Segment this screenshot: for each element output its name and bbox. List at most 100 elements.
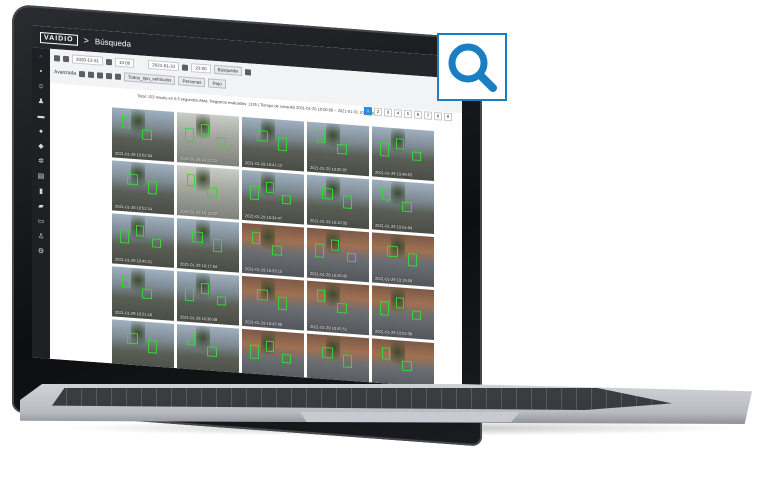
search-icon[interactable]: ⌕ [37, 53, 45, 61]
detection-box [337, 143, 347, 155]
page-button[interactable]: 1 [364, 106, 372, 116]
alert-icon[interactable]: ● [37, 128, 45, 136]
page-button[interactable]: 3 [384, 108, 392, 117]
result-thumbnail[interactable]: 2021-01-29 10:41:52 [242, 328, 304, 384]
detection-box [142, 288, 152, 300]
result-thumbnail[interactable]: 2021-01-29 10:17:18 [307, 333, 369, 389]
result-thumbnail[interactable]: 2021-01-29 10:35:07 [307, 121, 369, 177]
result-thumbnail[interactable]: 2021-01-29 10:20:03 [372, 338, 434, 390]
calendar-icon[interactable] [106, 58, 113, 65]
color-dropdown[interactable]: Rojo [208, 78, 226, 89]
result-thumbnail[interactable]: 2021-01-29 10:17:04 [177, 218, 239, 273]
start-date-field[interactable]: 2020-12-31 [72, 54, 104, 66]
monitor-icon[interactable]: ▭ [37, 218, 45, 226]
settings-gear-icon[interactable]: ✲ [37, 158, 45, 166]
search-button[interactable]: Búsqueda [213, 64, 242, 76]
object-type-dropdown[interactable]: Todos_tipo_vehículos [124, 72, 176, 86]
detection-box [187, 332, 195, 346]
save-icon[interactable] [244, 68, 251, 76]
bag-filter-icon[interactable] [106, 72, 113, 79]
detection-box [347, 252, 356, 263]
detection-box [127, 332, 138, 345]
result-thumbnail[interactable]: 2021-01-29 10:34:47 [242, 169, 304, 225]
result-thumbnail[interactable]: 2021-01-29 10:44:22 [112, 319, 174, 374]
result-thumbnail[interactable]: 2021-01-29 10:49:53 [372, 126, 434, 181]
detection-box [278, 296, 287, 311]
user-icon[interactable]: ♙ [37, 233, 45, 241]
result-thumbnail[interactable]: 2021-01-29 10:19:22 [177, 165, 239, 220]
vehicle-filter-icon[interactable] [79, 70, 86, 77]
thumbnail-timestamp: 2021-01-29 10:43:08 [245, 319, 283, 327]
thumbnail-timestamp: 2021-01-28 10:41:12 [245, 160, 283, 168]
detection-box [402, 201, 412, 213]
location-icon[interactable]: ◆ [37, 143, 45, 151]
detection-box [282, 194, 291, 205]
detection-box [257, 129, 268, 142]
face-icon[interactable]: ☺ [37, 83, 45, 91]
result-thumbnail[interactable]: 2021-01-29 10:19:59 [372, 232, 434, 287]
result-thumbnail[interactable]: 2021-01-28 10:41:12 [242, 116, 304, 172]
result-thumbnail[interactable]: 2021-01-29 10:52:38 [372, 285, 434, 340]
detection-box [382, 347, 390, 360]
page-button[interactable]: 7 [424, 111, 432, 120]
result-thumbnail[interactable]: 2021-01-29 10:48:35 [177, 324, 239, 379]
start-time-field[interactable]: 10:00 [115, 57, 135, 68]
face-filter-icon[interactable] [97, 71, 104, 79]
tag-filter-icon[interactable] [115, 73, 122, 80]
config-icon[interactable]: ⚙ [37, 248, 45, 256]
result-thumbnail[interactable]: 2021-01-29 10:51:16 [112, 266, 174, 321]
result-thumbnail[interactable]: 2021-01-28 10:22:21 [177, 112, 239, 167]
calendar-icon[interactable] [63, 55, 69, 62]
class-dropdown[interactable]: Personas [178, 76, 206, 88]
page-button[interactable]: 4 [394, 109, 402, 118]
detection-box [382, 188, 390, 201]
end-date-field[interactable]: 2021-01-31 [148, 60, 180, 72]
detection-box [148, 339, 157, 354]
search-magnifier-icon [437, 33, 507, 101]
result-thumbnail[interactable]: 2021-01-29 10:45:51 [307, 280, 369, 336]
detection-box [402, 360, 412, 372]
calendar-icon[interactable] [182, 64, 189, 71]
end-time-field[interactable]: 22:00 [191, 63, 211, 74]
thumbnail-timestamp: 2021-01-29 10:02:34 [115, 150, 153, 159]
detection-box [380, 142, 389, 157]
result-thumbnail[interactable]: 2021-01-28 10:52:14 [112, 160, 174, 215]
camera-icon[interactable]: ▪ [37, 68, 45, 76]
result-thumbnail[interactable]: 2021-01-29 10:45:21 [112, 213, 174, 268]
detection-box [337, 302, 347, 314]
page-button[interactable]: 6 [414, 110, 422, 120]
folder-icon[interactable]: ▰ [37, 203, 45, 211]
result-thumbnail[interactable]: 2021-01-29 10:10:33 [307, 174, 369, 230]
detection-box [187, 173, 195, 187]
page-button[interactable]: 5 [404, 109, 412, 119]
breadcrumb-separator: > [83, 35, 89, 46]
result-thumbnail[interactable]: 2021-01-29 10:26:45 [307, 227, 369, 283]
result-thumbnail[interactable]: 2021-01-29 10:02:34 [112, 107, 174, 162]
thumbnail-timestamp: 2021-01-29 10:54:04 [375, 222, 413, 231]
detection-box [387, 245, 398, 258]
vehicle-icon[interactable]: ▬ [37, 113, 45, 121]
chart-icon[interactable]: ▤ [37, 173, 45, 181]
detection-box [315, 243, 324, 258]
person-filter-icon[interactable] [88, 71, 95, 78]
result-thumbnail[interactable]: 2021-01-29 10:43:08 [242, 275, 304, 331]
result-thumbnail[interactable]: 2021-01-29 10:54:04 [372, 179, 434, 234]
page-button[interactable]: 9 [444, 112, 452, 122]
result-thumbnail[interactable]: 2021-01-29 10:33:15 [242, 222, 304, 278]
person-icon[interactable]: ♟ [37, 98, 45, 106]
detection-box [148, 180, 157, 195]
page-button[interactable]: 2 [374, 107, 382, 117]
sidebar: ⌕ ▪ ☺ ♟ ▬ ● ◆ ✲ ▤ ▮ ▰ ▭ ♙ ⚙ [32, 47, 50, 365]
detection-box [250, 185, 259, 201]
page-button[interactable]: 8 [434, 111, 442, 121]
detection-box [412, 151, 421, 162]
laptop-lid: VAIDIO > Búsqueda ⌕ ▪ ☺ ♟ ▬ ● ◆ ✲ ▤ ▮ ▰ … [12, 4, 482, 447]
laptop-screen: VAIDIO > Búsqueda ⌕ ▪ ☺ ♟ ▬ ● ◆ ✲ ▤ ▮ ▰ … [32, 25, 462, 390]
detection-box [122, 275, 130, 288]
detection-box [396, 138, 404, 150]
detection-box [217, 137, 226, 147]
result-thumbnail[interactable]: 2021-01-29 10:36:48 [177, 271, 239, 326]
thumbnail-timestamp: 2021-01-29 10:49:53 [375, 169, 413, 178]
document-icon[interactable]: ▮ [37, 188, 45, 196]
collapse-icon[interactable] [54, 54, 60, 62]
